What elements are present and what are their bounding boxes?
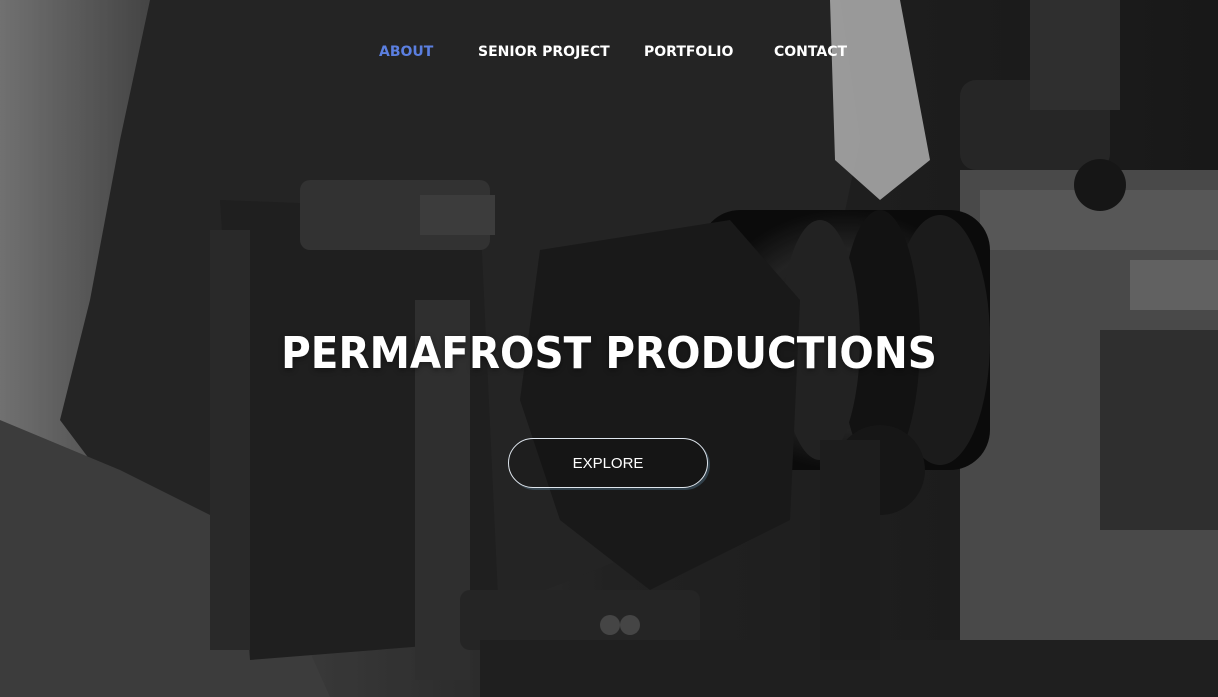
nav-item-senior-project[interactable]: SENIOR PROJECT [478, 44, 610, 60]
nav-item-contact[interactable]: CONTACT [774, 44, 847, 60]
hero-title: PERMAFROST PRODUCTIONS [281, 328, 937, 379]
hero-section: ABOUT SENIOR PROJECT PORTFOLIO CONTACT P… [0, 0, 1218, 697]
nav-item-about[interactable]: ABOUT [379, 44, 433, 60]
explore-button[interactable]: EXPLORE [508, 438, 708, 488]
nav-item-portfolio[interactable]: PORTFOLIO [644, 44, 733, 60]
